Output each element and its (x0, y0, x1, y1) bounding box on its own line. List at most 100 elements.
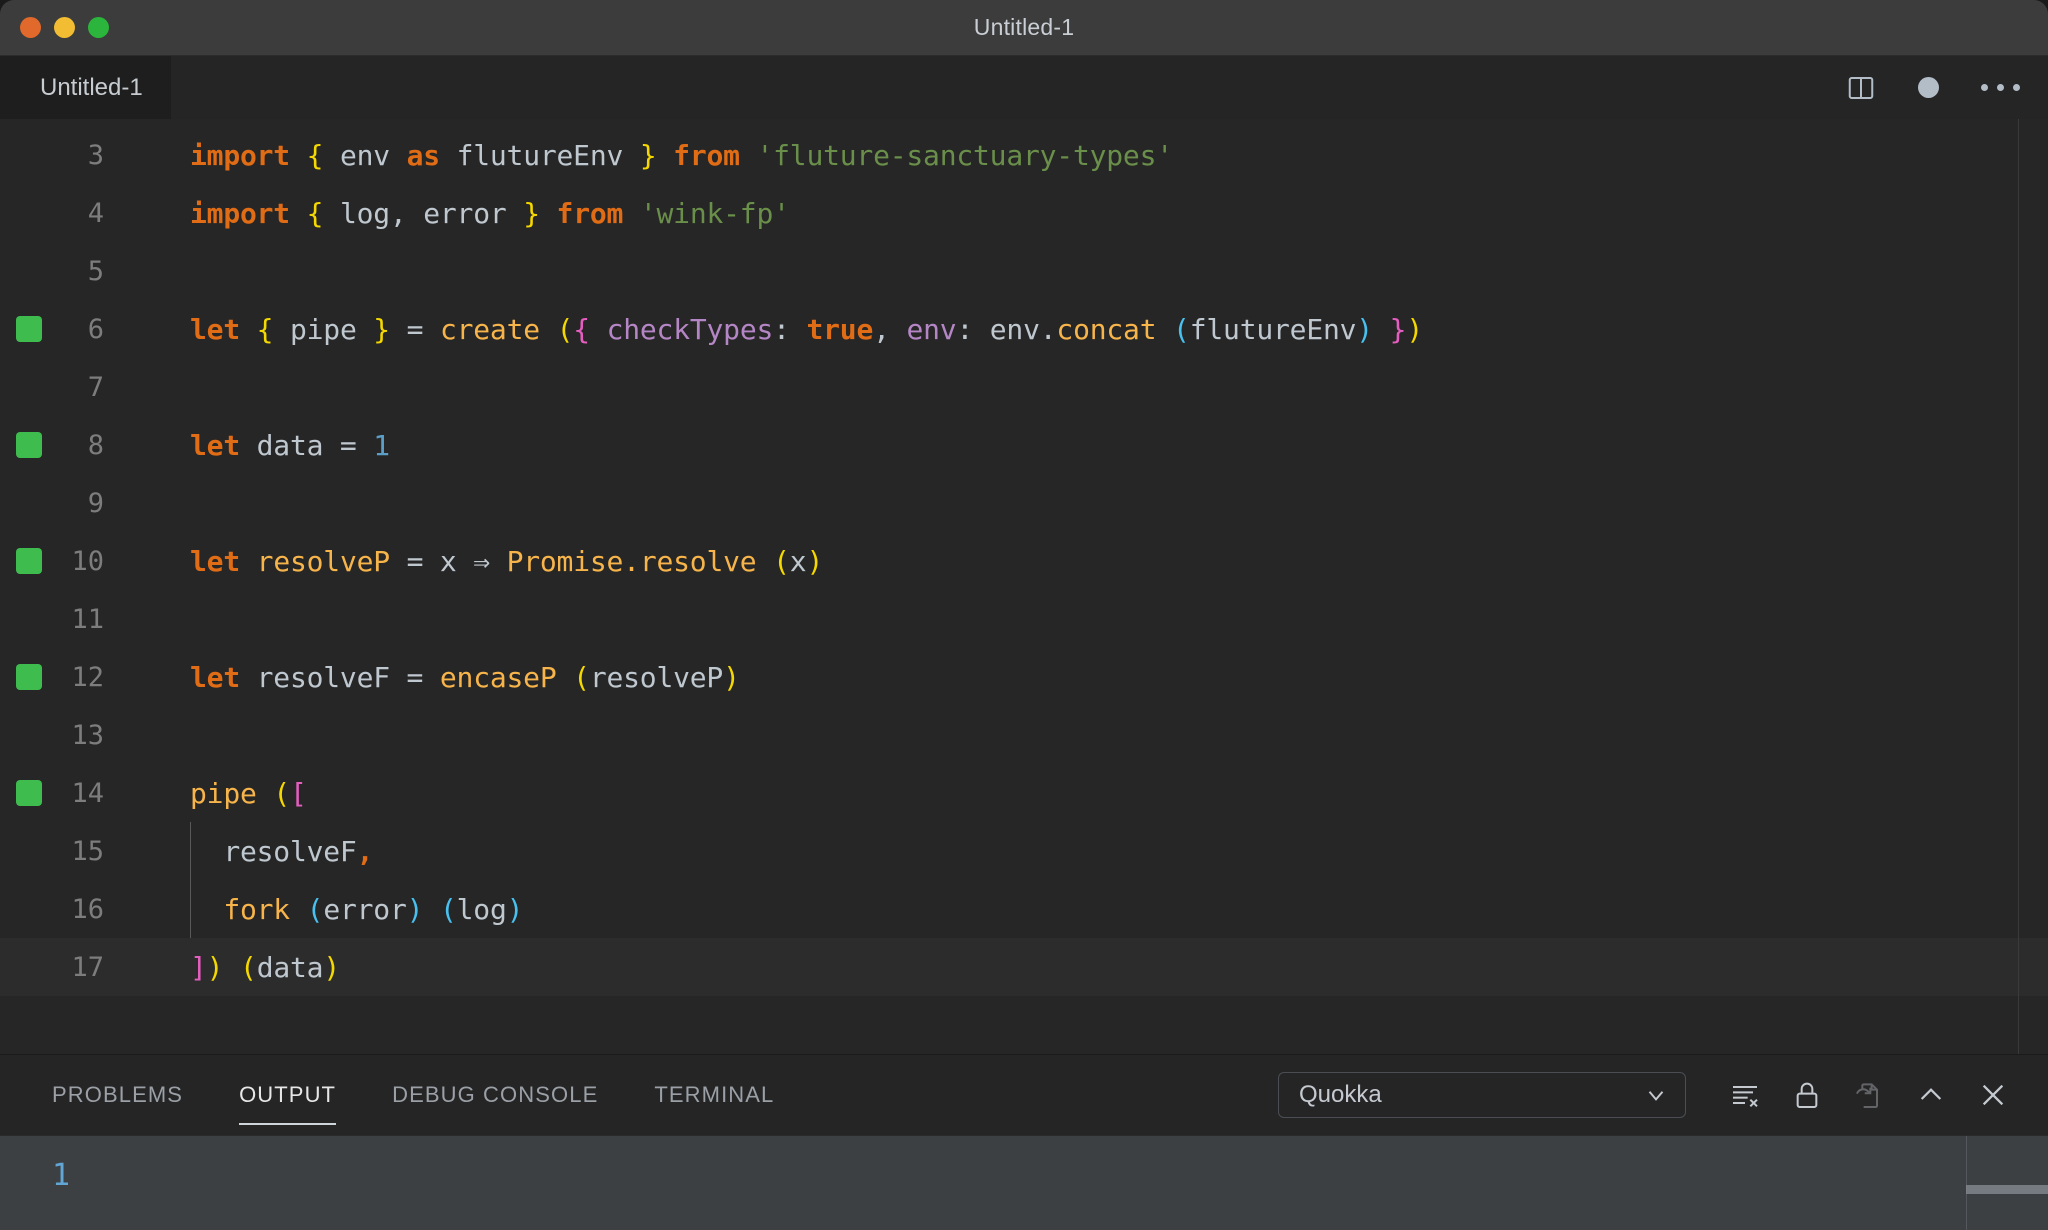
code-token: pipe (273, 312, 374, 346)
code-token: 'fluture-sanctuary-types' (756, 138, 1173, 172)
code-token: from (556, 196, 624, 230)
code-token: create (439, 312, 540, 346)
window-title: Untitled-1 (973, 14, 1075, 40)
unsaved-dot-icon[interactable] (1918, 77, 1939, 98)
code-line[interactable]: 11 (0, 590, 2048, 648)
maximize-panel-icon[interactable] (1900, 1064, 1962, 1126)
output-channel-select[interactable]: Quokka (1278, 1072, 1686, 1118)
quokka-live-marker-icon (16, 316, 42, 342)
panel-tab-output[interactable]: OUTPUT (239, 1055, 337, 1135)
code-token: ) (723, 660, 740, 694)
code-token: ( (240, 950, 257, 984)
code-line[interactable]: 17]) (data) (0, 938, 2048, 996)
code-token: { (306, 138, 324, 172)
code-token: import (190, 138, 290, 172)
code-token: ( (773, 544, 790, 578)
open-in-editor-icon[interactable] (1838, 1064, 1900, 1126)
code-token: : (956, 312, 990, 346)
panel-tab-terminal[interactable]: TERMINAL (654, 1055, 774, 1135)
code-line[interactable]: 14 pipe ([ (0, 764, 2048, 822)
code-token: log (456, 892, 507, 926)
code-token: concat (1056, 312, 1157, 346)
code-token: import (190, 196, 290, 230)
maximize-window-button[interactable] (88, 17, 109, 38)
code-token: [ (289, 776, 307, 810)
line-number: 16 (71, 893, 104, 925)
panel-tab-label: DEBUG CONSOLE (392, 1082, 599, 1107)
indent-guide (190, 822, 191, 880)
editor-tab-actions (1846, 56, 2020, 119)
code-token: error (323, 892, 407, 926)
panel-tab-debug-console[interactable]: DEBUG CONSOLE (392, 1055, 598, 1135)
code-token: flutureEnv (439, 138, 640, 172)
code-line[interactable]: 3 import { env as flutureEnv } from 'flut… (0, 126, 2048, 184)
panel-tab-problems[interactable]: PROBLEMS (52, 1055, 183, 1135)
code-token: } (639, 138, 657, 172)
code-line[interactable]: 6 let { pipe } = create ({ checkTypes: tr… (0, 300, 2048, 358)
code-line[interactable]: 4 import { log, error } from 'wink-fp' (0, 184, 2048, 242)
line-number: 11 (71, 603, 104, 635)
code-token: { (256, 312, 274, 346)
indent-guide (190, 880, 191, 938)
code-token: log, error (323, 196, 524, 230)
code-line[interactable]: 8 let data = 1 (0, 416, 2048, 474)
code-line[interactable]: 10 let resolveP = x ⇒ Promise.resolve (x) (0, 532, 2048, 590)
code-line-text: let resolveP = x ⇒ Promise.resolve (x) (128, 545, 823, 578)
clear-output-icon[interactable] (1714, 1064, 1776, 1126)
code-token: fork (223, 892, 290, 926)
code-token: } (1389, 312, 1407, 346)
editor-tab-label: Untitled-1 (40, 73, 143, 101)
code-token: env (906, 312, 957, 346)
more-actions-icon[interactable] (1981, 84, 2020, 91)
code-token: = (389, 312, 440, 346)
code-line[interactable]: 15 resolveF, (0, 822, 2048, 880)
minimize-window-button[interactable] (54, 17, 75, 38)
code-token: , (873, 312, 907, 346)
code-line-text: ]) (data) (128, 951, 340, 984)
code-token: let (190, 660, 240, 694)
code-line-text: let { pipe } = create ({ checkTypes: tru… (128, 313, 1423, 346)
output-view[interactable]: 1 (0, 1135, 2048, 1230)
vscode-window: Untitled-1 Untitled-1 3 import { env as f… (0, 0, 2048, 1230)
code-line[interactable]: 13 (0, 706, 2048, 764)
code-token: { (573, 312, 590, 346)
quokka-live-marker-icon (16, 548, 42, 574)
output-horizontal-scrollbar[interactable] (1966, 1185, 2048, 1194)
code-token: ] (190, 950, 207, 984)
code-line[interactable]: 7 (0, 358, 2048, 416)
panel-tab-label: PROBLEMS (52, 1082, 184, 1107)
split-editor-icon[interactable] (1846, 73, 1876, 103)
editor-tab-untitled-1[interactable]: Untitled-1 (0, 56, 172, 119)
code-token: ) (206, 950, 224, 984)
lock-scroll-icon[interactable] (1776, 1064, 1838, 1126)
line-number: 4 (87, 197, 104, 229)
bottom-panel: PROBLEMS OUTPUT DEBUG CONSOLE TERMINAL Quok… (0, 1054, 2048, 1230)
code-line[interactable]: 16 fork (error) (log) (0, 880, 2048, 938)
code-line[interactable]: 5 (0, 242, 2048, 300)
code-line-text: fork (error) (log) (128, 893, 523, 926)
close-panel-icon[interactable] (1962, 1064, 2024, 1126)
code-token: checkTypes (606, 312, 774, 346)
close-window-button[interactable] (20, 17, 41, 38)
code-line[interactable]: 9 (0, 474, 2048, 532)
code-token: { (306, 196, 324, 230)
code-token: let (190, 312, 240, 346)
code-editor[interactable]: 3 import { env as flutureEnv } from 'flut… (0, 119, 2048, 1054)
code-line[interactable]: 12 let resolveF = encaseP (resolveP) (0, 648, 2048, 706)
minimap-separator (2018, 119, 2019, 1054)
code-token: ( (306, 892, 324, 926)
line-number: 9 (87, 487, 104, 519)
